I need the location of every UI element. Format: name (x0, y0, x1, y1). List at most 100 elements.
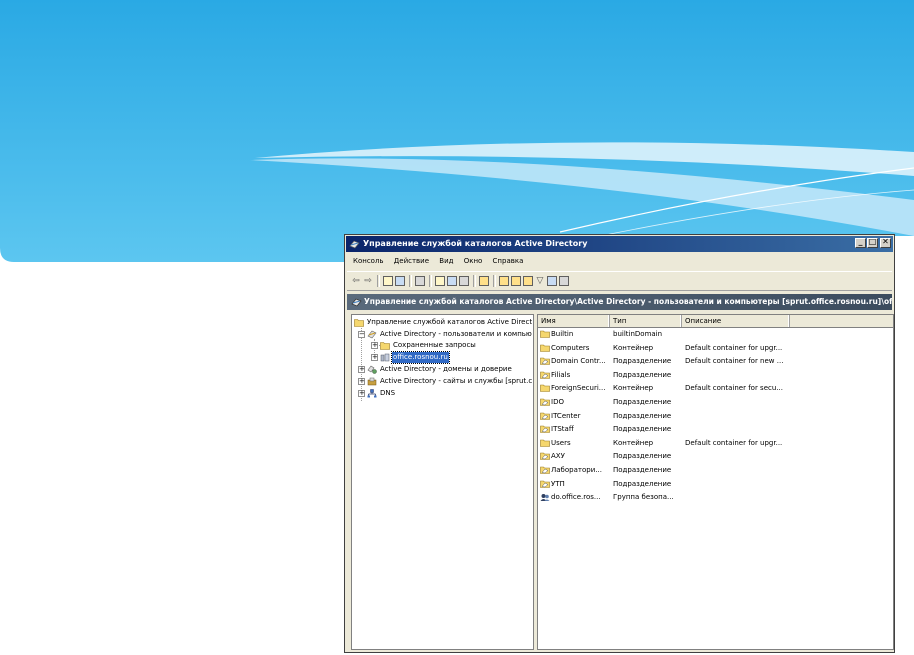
list-row[interactable]: Users Контейнер Default container for upgr… (538, 437, 893, 449)
organizational-unit-icon (540, 398, 550, 406)
tree-expander[interactable]: + (358, 390, 365, 397)
menu-console[interactable]: Консоль (353, 257, 384, 265)
domain-icon (380, 353, 390, 362)
sites-services-icon (367, 377, 377, 386)
tree-root-label: Управление службой каталогов Active Dire… (367, 318, 533, 326)
cell-name: Builtin (551, 330, 574, 338)
new-ou-icon[interactable] (523, 276, 533, 286)
cell-type: Подразделение (613, 452, 672, 461)
refresh-icon[interactable] (447, 276, 457, 286)
tree-expander[interactable]: − (358, 331, 365, 338)
list-row[interactable]: Computers Контейнер Default container for … (538, 342, 893, 354)
toolbar-separator (429, 275, 432, 287)
title-bar[interactable]: Управление службой каталогов Active Dire… (346, 236, 893, 252)
export-list-icon[interactable] (459, 276, 469, 286)
cell-type: Подразделение (613, 466, 672, 474)
cell-description: Default container for new ... (685, 357, 784, 366)
cell-type: Контейнер (613, 384, 654, 393)
toolbar-separator (409, 275, 412, 287)
console-path: Управление службой каталогов Active Dire… (364, 297, 892, 306)
add-to-group-icon[interactable] (559, 276, 569, 286)
help-icon[interactable] (479, 276, 489, 286)
cell-name: IDO (551, 398, 564, 406)
window-title: Управление службой каталогов Active Dire… (363, 239, 588, 248)
cell-name: Domain Contr... (551, 357, 606, 366)
properties-icon[interactable] (435, 276, 445, 286)
toolbar-separator (377, 275, 380, 287)
column-header-name[interactable]: Имя (538, 315, 610, 327)
list-header: Имя Тип Описание (538, 315, 893, 328)
cell-type: builtinDomain (613, 330, 663, 338)
cell-type: Группа безопа... (613, 493, 674, 502)
tree-expander[interactable]: + (371, 342, 378, 349)
console-icon (351, 298, 362, 307)
domains-trusts-icon (367, 365, 377, 374)
list-row[interactable]: do.office.ros... Группа безопа... (538, 491, 893, 503)
security-group-icon (540, 494, 550, 502)
tree-item-label: Active Directory - сайты и службы [sprut… (380, 377, 533, 385)
tree-item-label: Active Directory - пользователи и компью (380, 330, 532, 338)
list-row[interactable]: IDO Подразделение (538, 396, 893, 408)
menu-window[interactable]: Окно (464, 257, 483, 265)
back-arrow-icon[interactable]: ⇦ (351, 276, 361, 286)
ad-users-computers-icon (367, 330, 377, 339)
close-button[interactable]: ✕ (880, 237, 891, 248)
cell-name: Computers (551, 343, 590, 352)
cell-description: Default container for upgr... (685, 343, 783, 352)
maximize-button[interactable]: □ (867, 237, 878, 248)
minimize-button[interactable]: _ (855, 237, 866, 248)
menu-view[interactable]: Вид (439, 257, 453, 265)
new-group-icon[interactable] (511, 276, 521, 286)
result-list: Имя Тип Описание Builtin builtinDomain Com… (537, 314, 894, 650)
column-header-description[interactable]: Описание (682, 315, 790, 327)
cell-description: Default container for secu... (685, 384, 783, 393)
menu-action[interactable]: Действие (394, 257, 429, 265)
console-path-bar: Управление службой каталогов Active Dire… (347, 294, 892, 310)
cell-name: Лаборатори... (551, 466, 602, 474)
list-row[interactable]: УТП Подразделение (538, 478, 893, 490)
filter-icon[interactable]: ▽ (535, 276, 545, 286)
tree-item-label: Сохраненные запросы (393, 341, 476, 349)
delete-icon[interactable] (415, 276, 425, 286)
list-row[interactable]: ITCenter Подразделение (538, 410, 893, 422)
organizational-unit-icon (540, 357, 550, 365)
find-icon[interactable] (547, 276, 557, 286)
list-row[interactable]: Domain Contr... Подразделение Default cont… (538, 355, 893, 367)
console-icon (349, 240, 360, 249)
menu-help[interactable]: Справка (493, 257, 524, 265)
forward-arrow-icon[interactable]: ⇨ (363, 276, 373, 286)
tree-expander[interactable]: + (358, 378, 365, 385)
cell-type: Подразделение (613, 357, 672, 366)
column-header-type[interactable]: Тип (610, 315, 682, 327)
organizational-unit-icon (540, 425, 550, 433)
toolbar-separator (473, 275, 476, 287)
organizational-unit-icon (540, 480, 550, 488)
list-row[interactable]: Builtin builtinDomain (538, 328, 893, 340)
new-user-icon[interactable] (499, 276, 509, 286)
list-row[interactable]: АХУ Подразделение (538, 450, 893, 462)
list-row[interactable]: ForeignSecuri... Контейнер Default contain… (538, 382, 893, 394)
maximize-icon: □ (868, 237, 877, 246)
folder-icon (540, 385, 550, 393)
list-row[interactable]: Лаборатори... Подразделение (538, 464, 893, 476)
tree-item-label-selected: office.rosnou.ru (391, 351, 450, 364)
cell-name: Users (551, 438, 571, 447)
minimize-icon: _ (858, 237, 863, 246)
cell-name: ForeignSecuri... (551, 384, 606, 393)
tree-expander[interactable]: + (358, 366, 365, 373)
organizational-unit-icon (540, 371, 550, 379)
list-row[interactable]: ITStaff Подразделение (538, 423, 893, 435)
tree-expander[interactable]: + (371, 354, 378, 361)
folder-icon (354, 319, 364, 327)
tree-item-label: Active Directory - домены и доверие (380, 365, 512, 373)
tree-item-label: DNS (380, 389, 396, 397)
cell-description: Default container for upgr... (685, 438, 783, 447)
cell-name: ITCenter (551, 411, 581, 420)
show-tree-icon[interactable] (395, 276, 405, 286)
organizational-unit-icon (540, 466, 550, 474)
list-row[interactable]: Filials Подразделение (538, 369, 893, 381)
folder-icon (540, 330, 550, 338)
cell-type: Контейнер (613, 343, 654, 352)
cell-name: УТП (551, 479, 565, 488)
up-folder-icon[interactable] (383, 276, 393, 286)
